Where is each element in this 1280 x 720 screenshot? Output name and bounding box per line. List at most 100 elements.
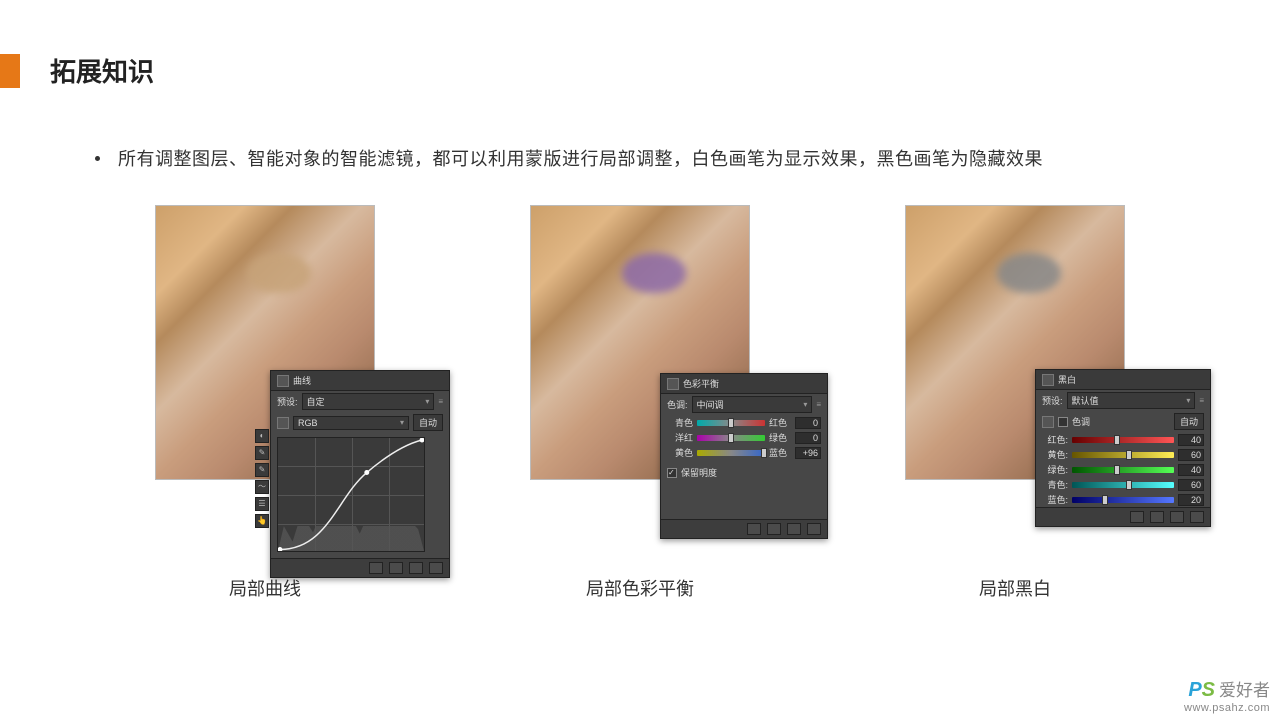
bw-value[interactable]: 60 <box>1178 449 1204 461</box>
bw-auto-button[interactable]: 自动 <box>1174 413 1204 430</box>
cb-tone-row: 色调: 中间调 ▾ ≡ <box>661 394 827 415</box>
curves-panel[interactable]: ◐ ✎ ✎ 〜 ☰ 👆 曲线 预设: 自定 <box>270 370 450 578</box>
bw-value[interactable]: 40 <box>1178 464 1204 476</box>
bw-slider[interactable] <box>1072 452 1174 458</box>
bw-slider-row: 黄色: 60 <box>1036 447 1210 462</box>
auto-button[interactable]: 自动 <box>413 414 443 431</box>
footer-icon[interactable] <box>369 562 383 574</box>
footer-icon[interactable] <box>389 562 403 574</box>
tool-icon[interactable]: ✎ <box>255 463 269 477</box>
slider-thumb[interactable] <box>1114 465 1120 475</box>
cb-preserve-row: 保留明度 <box>661 460 827 485</box>
bw-slider[interactable] <box>1072 467 1174 473</box>
slider-thumb[interactable] <box>1114 435 1120 445</box>
color-balance-panel[interactable]: 色彩平衡 色调: 中间调 ▾ ≡ 青色红色0洋红绿色0黄色蓝色+96 保留明度 <box>660 373 828 539</box>
tool-icon[interactable]: 〜 <box>255 480 269 494</box>
bw-slider[interactable] <box>1072 437 1174 443</box>
bw-slider[interactable] <box>1072 497 1174 503</box>
bw-icon <box>1042 374 1054 386</box>
footer-icon[interactable] <box>767 523 781 535</box>
bw-slider-row: 蓝色: 20 <box>1036 492 1210 507</box>
curves-graph[interactable] <box>277 437 425 552</box>
slider-thumb[interactable] <box>728 418 734 428</box>
footer-icon[interactable] <box>1190 511 1204 523</box>
curves-preset-row: 预设: 自定 ▾ ≡ <box>271 391 449 412</box>
cb-left-label: 黄色 <box>667 446 693 459</box>
footer-icon[interactable] <box>747 523 761 535</box>
tone-label: 色调: <box>667 398 688 411</box>
footer-icon[interactable] <box>807 523 821 535</box>
slider-thumb[interactable] <box>1126 480 1132 490</box>
slider-thumb[interactable] <box>761 448 767 458</box>
footer-icon[interactable] <box>1130 511 1144 523</box>
curves-channel-select[interactable]: RGB ▾ <box>293 416 409 430</box>
cb-slider[interactable] <box>697 435 765 441</box>
bw-value[interactable]: 60 <box>1178 479 1204 491</box>
curves-channel-row: RGB ▾ 自动 <box>271 412 449 433</box>
watermark: PS爱好者 www.psahz.com <box>1184 676 1270 714</box>
curves-preset-select[interactable]: 自定 ▾ <box>302 393 435 410</box>
footer-icon[interactable] <box>429 562 443 574</box>
chevron-down-icon: ▾ <box>1186 396 1190 405</box>
tool-icon[interactable]: ☰ <box>255 497 269 511</box>
slider-thumb[interactable] <box>1102 495 1108 505</box>
bw-value[interactable]: 40 <box>1178 434 1204 446</box>
bw-slider-row: 绿色:40 <box>1036 462 1210 477</box>
retouch-patch-1 <box>247 253 311 293</box>
cb-title: 色彩平衡 <box>683 377 719 390</box>
tool-icon[interactable]: 👆 <box>255 514 269 528</box>
slider-thumb[interactable] <box>1126 450 1132 460</box>
cb-spacer <box>661 485 827 519</box>
slide: 拓展知识 所有调整图层、智能对象的智能滤镜，都可以利用蒙版进行局部调整，白色画笔… <box>0 0 1280 720</box>
tool-icon[interactable]: ◐ <box>255 429 269 443</box>
bw-preset-label: 预设: <box>1042 394 1063 407</box>
bw-slider[interactable] <box>1072 482 1174 488</box>
panel-menu-icon[interactable]: ≡ <box>1199 396 1204 405</box>
wm-cn: 爱好者 <box>1219 681 1270 700</box>
curves-title: 曲线 <box>293 374 311 387</box>
bw-preset-row: 预设: 默认值 ▾ ≡ <box>1036 390 1210 411</box>
balance-icon <box>667 378 679 390</box>
bw-preset-select[interactable]: 默认值 ▾ <box>1067 392 1196 409</box>
bw-slider-row: 青色: 60 <box>1036 477 1210 492</box>
tool-icon[interactable]: ✎ <box>255 446 269 460</box>
bw-color-label: 蓝色: <box>1042 493 1068 506</box>
bw-tint-row: 色调 自动 <box>1036 411 1210 432</box>
finger-icon[interactable] <box>277 417 289 429</box>
panel-menu-icon[interactable]: ≡ <box>438 397 443 406</box>
cb-slider[interactable] <box>697 420 765 426</box>
preset-label: 预设: <box>277 395 298 408</box>
panel-footer <box>271 558 449 577</box>
footer-icon[interactable] <box>1150 511 1164 523</box>
bw-color-label: 黄色: <box>1042 448 1068 461</box>
bw-preset-value: 默认值 <box>1072 394 1099 407</box>
cb-value[interactable]: 0 <box>795 432 821 444</box>
example-black-white: 黑白 预设: 默认值 ▾ ≡ 色调 <box>845 205 1185 601</box>
cb-right-label: 绿色 <box>769 431 791 444</box>
tint-checkbox[interactable] <box>1058 417 1068 427</box>
finger-icon[interactable] <box>1042 416 1054 428</box>
footer-icon[interactable] <box>787 523 801 535</box>
slider-thumb[interactable] <box>728 433 734 443</box>
black-white-panel[interactable]: 黑白 预设: 默认值 ▾ ≡ 色调 <box>1035 369 1211 527</box>
caption-1: 局部曲线 <box>229 575 301 601</box>
retouch-patch-3 <box>997 253 1061 293</box>
chevron-down-icon: ▾ <box>425 397 429 406</box>
preserve-luminosity-checkbox[interactable] <box>667 468 677 478</box>
cb-right-label: 蓝色 <box>769 446 791 459</box>
cb-value[interactable]: 0 <box>795 417 821 429</box>
cb-slider[interactable] <box>697 450 765 456</box>
bullet-row: 所有调整图层、智能对象的智能滤镜，都可以利用蒙版进行局部调整，白色画笔为显示效果… <box>95 145 1043 171</box>
cb-value[interactable]: +96 <box>795 447 821 459</box>
bw-color-label: 青色: <box>1042 478 1068 491</box>
curves-tool-column: ◐ ✎ ✎ 〜 ☰ 👆 <box>255 429 269 528</box>
curves-icon <box>277 375 289 387</box>
footer-icon[interactable] <box>1170 511 1184 523</box>
footer-icon[interactable] <box>409 562 423 574</box>
cb-left-label: 洋红 <box>667 431 693 444</box>
panel-footer <box>661 519 827 538</box>
cb-tone-select[interactable]: 中间调 ▾ <box>692 396 813 413</box>
bw-value[interactable]: 20 <box>1178 494 1204 506</box>
panel-menu-icon[interactable]: ≡ <box>816 400 821 409</box>
cb-header: 色彩平衡 <box>661 374 827 394</box>
